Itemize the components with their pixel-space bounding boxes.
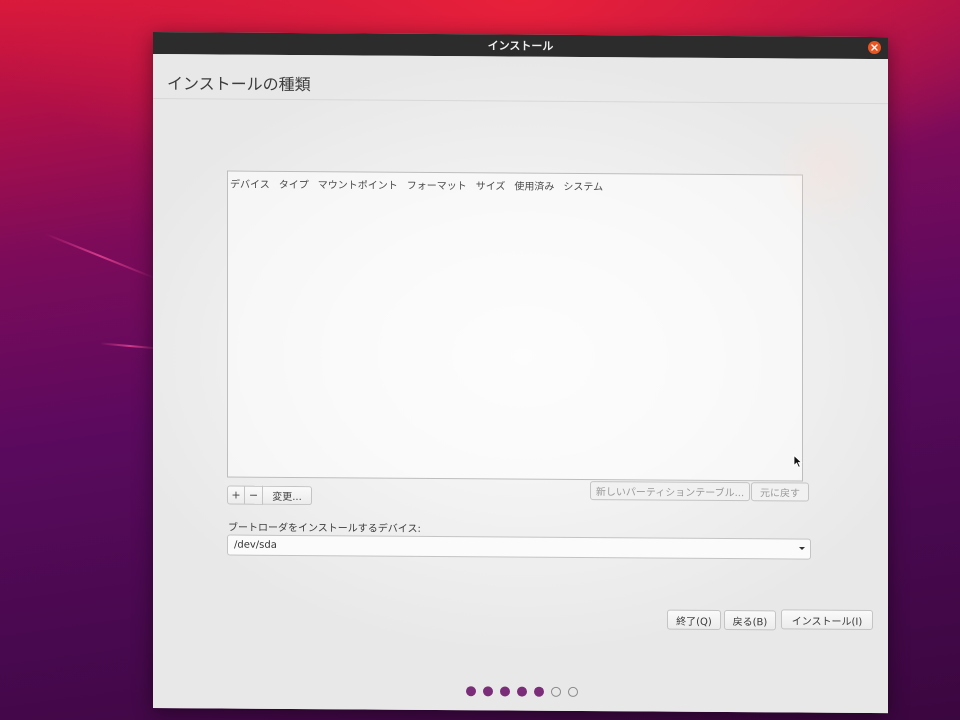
wallpaper-streak [100,342,160,350]
install-button[interactable]: インストール(I) [781,609,873,631]
progress-dot-complete [517,686,527,697]
progress-dots [466,686,578,697]
column-header-system[interactable]: システム [563,178,603,193]
window-content: インストールの種類 デバイス タイプ マウントポイント フォーマット サイズ 使… [153,54,888,714]
column-header-used[interactable]: 使用済み [514,178,554,193]
progress-dot-pending [568,686,578,697]
window-title: インストール [487,39,554,53]
back-button[interactable]: 戻る(B) [724,609,776,631]
close-button[interactable] [868,40,881,55]
installer-window: インストール インストールの種類 デバイス タイプ マウントポイント フォーマッ… [153,32,888,714]
column-header-format[interactable]: フォーマット [407,177,467,192]
chevron-down-icon [799,547,805,551]
mouse-pointer-icon [793,454,803,468]
revert-button[interactable]: 元に戻す [751,482,809,502]
progress-dot-complete [466,686,476,697]
remove-partition-button[interactable]: − [245,485,263,505]
progress-dot-complete [534,686,544,697]
progress-dot-complete [500,686,510,697]
progress-dot-pending [551,686,561,697]
close-icon [871,44,878,51]
desktop-background: インストール インストールの種類 デバイス タイプ マウントポイント フォーマッ… [0,0,960,720]
column-header-mount-point[interactable]: マウントポイント [318,176,398,192]
column-header-device[interactable]: デバイス [230,176,270,191]
column-header-size[interactable]: サイズ [476,177,506,192]
bootloader-device-select[interactable]: /dev/sda [227,534,811,560]
progress-dot-complete [483,686,493,697]
page-header: インストールの種類 [153,54,888,105]
partition-edit-buttons: + − 変更... [227,485,312,506]
bootloader-device-label: ブートローダをインストールするデバイス: [228,522,421,535]
new-partition-table-button[interactable]: 新しいパーティションテーブル... [590,481,750,502]
column-header-type[interactable]: タイプ [279,176,309,191]
add-partition-button[interactable]: + [227,485,245,505]
change-partition-button[interactable]: 変更... [263,485,312,506]
table-header: デバイス タイプ マウントポイント フォーマット サイズ 使用済み システム [230,176,603,194]
quit-button[interactable]: 終了(Q) [667,609,721,630]
bootloader-device-value: /dev/sda [234,539,277,551]
page-title: インストールの種類 [167,74,311,95]
wallpaper-streak [43,232,157,280]
partition-table[interactable]: デバイス タイプ マウントポイント フォーマット サイズ 使用済み システム [227,170,803,482]
